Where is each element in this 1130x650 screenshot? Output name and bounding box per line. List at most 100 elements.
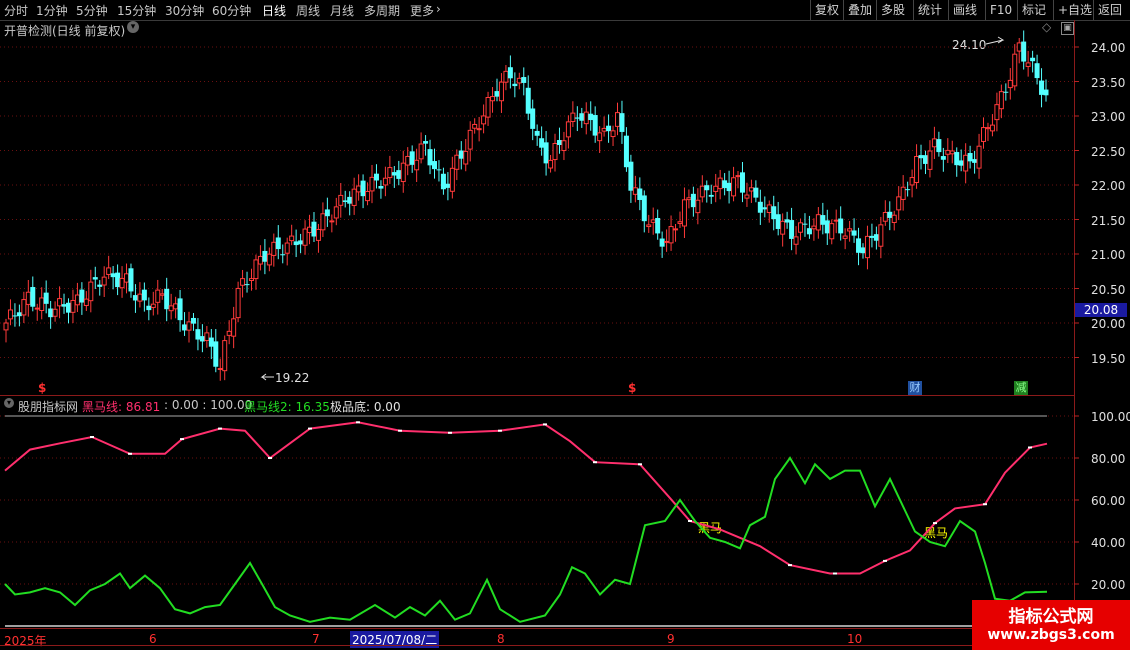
overlay-button[interactable]: 叠加 xyxy=(843,0,876,20)
candle-body-down xyxy=(588,113,594,121)
period-15min[interactable]: 15分钟 xyxy=(117,2,156,19)
candle-body-down xyxy=(789,220,795,239)
multi-stock-button[interactable]: 多股 xyxy=(876,0,909,20)
heima-node xyxy=(883,559,887,562)
candle-body-down xyxy=(132,295,138,301)
candle-body-up xyxy=(289,235,295,242)
date-label: 10 xyxy=(847,632,863,646)
f10-button[interactable]: F10 xyxy=(985,0,1016,20)
chart-canvas[interactable] xyxy=(0,0,1130,650)
candle-body-down xyxy=(936,139,942,153)
period-multi[interactable]: 多周期 xyxy=(364,2,400,19)
site-watermark: 指标公式网 www.zbgs3.com xyxy=(972,600,1130,650)
candle-body-up xyxy=(552,143,558,161)
period-60min[interactable]: 60分钟 xyxy=(212,2,251,19)
candle-body-down xyxy=(860,247,866,254)
candle-body-up xyxy=(124,273,130,283)
candle-body-up xyxy=(735,175,741,178)
candle-body-up xyxy=(909,177,915,186)
candle-body-down xyxy=(115,272,121,288)
candle-body-up xyxy=(356,185,362,193)
heima-node xyxy=(638,463,642,466)
mark-button[interactable]: 标记 xyxy=(1017,0,1050,20)
indicator-dropdown-icon[interactable]: ▾ xyxy=(4,398,14,408)
price-tick: 23.00 xyxy=(1091,110,1126,124)
chevron-right-icon[interactable]: › xyxy=(436,2,441,16)
period-5min[interactable]: 5分钟 xyxy=(76,2,108,19)
candle-body-up xyxy=(472,123,478,129)
candle-body-down xyxy=(922,155,928,164)
candle-body-up xyxy=(583,111,589,125)
heima-node xyxy=(128,452,132,455)
candle-body-up xyxy=(829,223,835,240)
period-1min[interactable]: 1分钟 xyxy=(36,2,68,19)
candle-body-down xyxy=(775,214,781,229)
indicator-params: : 0.00 : 100.00 xyxy=(164,398,253,412)
candle-body-down xyxy=(704,185,710,191)
back-button[interactable]: 返回 xyxy=(1093,0,1126,20)
candle-body-up xyxy=(34,307,40,310)
candle-body-up xyxy=(686,197,692,201)
candle-body-down xyxy=(1034,63,1040,79)
candle-body-up xyxy=(963,154,969,172)
candle-body-up xyxy=(387,167,393,179)
candle-body-down xyxy=(579,113,585,121)
candle-body-up xyxy=(989,124,995,132)
candle-body-down xyxy=(762,207,768,210)
candle-body-up xyxy=(302,228,308,246)
indicator-name[interactable]: 股朋指标网 xyxy=(18,398,78,415)
candle-body-down xyxy=(722,180,728,189)
candle-body-up xyxy=(1016,42,1022,52)
candle-body-down xyxy=(43,292,49,304)
candle-body-up xyxy=(994,104,1000,121)
candle-body-up xyxy=(369,176,375,192)
candle-body-down xyxy=(378,185,384,189)
candle-body-up xyxy=(695,199,701,214)
candle-body-up xyxy=(516,77,522,84)
candle-body-down xyxy=(820,215,826,225)
candle-body-down xyxy=(753,187,759,198)
candle-body-down xyxy=(195,329,201,340)
candle-body-up xyxy=(226,330,232,336)
period-30min[interactable]: 30分钟 xyxy=(165,2,204,19)
candle-body-down xyxy=(190,317,196,324)
period-more[interactable]: 更多 xyxy=(410,2,434,19)
restore-rights-button[interactable]: 复权 xyxy=(810,0,843,20)
dividend-marker[interactable]: $ xyxy=(38,381,46,395)
candle-body-up xyxy=(798,222,804,233)
candle-body-up xyxy=(949,150,955,155)
chart-title: 开普检测(日线 前复权) xyxy=(4,24,126,38)
candle-body-down xyxy=(396,170,402,179)
candle-body-down xyxy=(182,324,188,331)
candle-body-up xyxy=(222,340,228,372)
dividend-marker[interactable]: $ xyxy=(628,381,636,395)
candle-body-up xyxy=(570,112,576,122)
reduce-holding-marker[interactable]: 减 xyxy=(1014,381,1028,395)
candle-body-up xyxy=(927,150,933,170)
heima-line xyxy=(4,421,1048,575)
title-dropdown-icon[interactable]: ▾ xyxy=(127,21,139,33)
heima-node xyxy=(1028,446,1032,449)
draw-line-button[interactable]: 画线 xyxy=(948,0,981,20)
add-watchlist-button[interactable]: +自选 xyxy=(1053,0,1096,20)
candle-body-down xyxy=(213,341,219,367)
diamond-icon[interactable]: ◇ xyxy=(1042,20,1051,34)
candle-body-up xyxy=(405,155,411,166)
heima-node xyxy=(788,564,792,567)
period-daily[interactable]: 日线 xyxy=(262,2,286,19)
candle-body-up xyxy=(931,138,937,148)
period-intraday[interactable]: 分时 xyxy=(4,2,28,19)
candle-body-up xyxy=(811,225,817,230)
candle-body-down xyxy=(628,161,634,191)
finance-marker[interactable]: 财 xyxy=(908,381,922,395)
period-weekly[interactable]: 周线 xyxy=(296,2,320,19)
indicator-tick: 20.00 xyxy=(1091,578,1126,592)
candle-body-up xyxy=(490,96,496,102)
chart-settings-icon[interactable]: ▣ xyxy=(1061,22,1074,35)
candle-body-down xyxy=(110,273,116,278)
price-tick: 20.50 xyxy=(1091,283,1126,297)
indicator-tick: 60.00 xyxy=(1091,494,1126,508)
candle-body-up xyxy=(414,159,420,171)
statistics-button[interactable]: 统计 xyxy=(913,0,946,20)
period-monthly[interactable]: 月线 xyxy=(330,2,354,19)
